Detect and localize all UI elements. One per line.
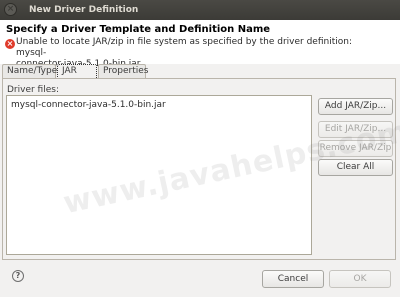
- window-title: New Driver Definition: [29, 5, 139, 15]
- tab-properties[interactable]: Properties: [98, 64, 148, 78]
- dialog-header: Specify a Driver Template and Definition…: [0, 20, 400, 69]
- close-icon[interactable]: ×: [4, 3, 17, 16]
- ok-button[interactable]: OK: [329, 270, 391, 288]
- edit-jar-button[interactable]: Edit JAR/Zip...: [318, 121, 393, 138]
- remove-jar-button[interactable]: Remove JAR/Zip: [318, 140, 393, 157]
- tab-jar-list[interactable]: JAR List: [57, 64, 97, 89]
- clear-all-button[interactable]: Clear All: [318, 159, 393, 176]
- page-title: Specify a Driver Template and Definition…: [6, 24, 271, 35]
- cancel-button[interactable]: Cancel: [262, 270, 324, 288]
- driver-files-list[interactable]: mysql-connector-java-5.1.0-bin.jar: [6, 95, 312, 255]
- jar-list-panel: Driver files: mysql-connector-java-5.1.0…: [2, 78, 396, 260]
- list-item[interactable]: mysql-connector-java-5.1.0-bin.jar: [11, 100, 166, 110]
- add-jar-button[interactable]: Add JAR/Zip...: [318, 98, 393, 115]
- error-message-line1: Unable to locate JAR/zip in file system …: [16, 37, 352, 58]
- error-icon: ×: [5, 39, 15, 49]
- help-icon[interactable]: ?: [12, 270, 24, 282]
- window-titlebar: × New Driver Definition: [0, 0, 400, 20]
- tab-name-type[interactable]: Name/Type: [2, 64, 57, 78]
- driver-files-label: Driver files:: [7, 85, 59, 95]
